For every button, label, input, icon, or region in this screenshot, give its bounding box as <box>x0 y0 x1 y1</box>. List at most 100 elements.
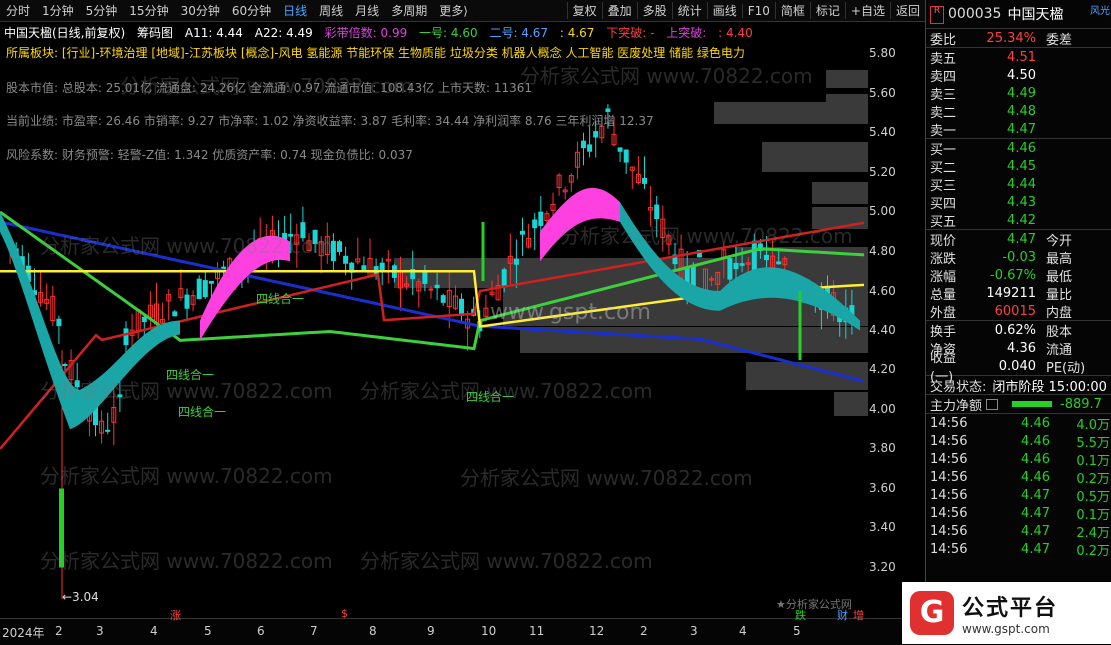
chart-title: 中国天楹(日线,前复权) <box>4 26 126 40</box>
candle-body <box>617 147 623 152</box>
stat-risk: 风险系数: 财务预警: 轻警-Z值: 1.342 优质资产率: 0.74 现金负… <box>6 148 413 162</box>
chip-block <box>762 142 868 172</box>
logo-url: www.gspt.com <box>962 622 1050 636</box>
tool-button-1[interactable]: 叠加 <box>601 2 637 19</box>
quote-row: 涨幅 -0.67% 最低 <box>930 267 1073 285</box>
timeframe-6[interactable]: 日线 <box>277 2 313 19</box>
timeframe-3[interactable]: 15分钟 <box>123 2 174 19</box>
price-tick: 5.00 <box>869 204 896 218</box>
marker-zhang[interactable]: 涨 <box>170 607 181 623</box>
list-icon <box>986 398 999 410</box>
shangtupo-value: 上突破: <box>666 26 707 40</box>
date-axis: 涨 $ 跌 财 增 2024年 2 3 4 5 6 7 8 9 10 11 12 2 3 4 5 <box>0 607 925 645</box>
date-tick: 12 <box>589 624 605 638</box>
candle-body <box>751 240 757 270</box>
price-tick: 3.20 <box>869 560 896 574</box>
marker-s[interactable]: $ <box>341 607 348 620</box>
quote-row: 涨跌 -0.03 最高 <box>930 249 1073 267</box>
marker-cai[interactable]: 财 <box>837 607 848 623</box>
marker-zeng[interactable]: 增 <box>853 607 864 623</box>
book-row: 买一 4.46 <box>930 140 1036 158</box>
ribbon-magenta <box>200 235 290 341</box>
date-tick: 8 <box>369 624 377 638</box>
tool-button-5[interactable]: F10 <box>741 3 775 18</box>
chip-block <box>834 392 868 416</box>
indicator-name[interactable]: 筹码图 <box>137 26 173 40</box>
candle-body <box>428 288 434 291</box>
timeframe-8[interactable]: 月线 <box>349 2 385 19</box>
big-down-candle <box>59 488 64 568</box>
candle-body <box>141 316 147 323</box>
price-tick: 5.20 <box>869 165 896 179</box>
book-row: 卖一 4.47 <box>930 121 1036 139</box>
candle-body <box>459 298 464 316</box>
erhao-value: 二号: 4.67 <box>489 26 549 40</box>
timeframe-2[interactable]: 5分钟 <box>80 2 124 19</box>
chip-block <box>714 102 868 124</box>
quote-row: 现价 4.47 今开 <box>930 231 1073 249</box>
date-tick: 2024年 <box>2 626 45 640</box>
quote-row: 外盘 60015 内盘 <box>930 303 1073 321</box>
marker-die[interactable]: 跌 <box>795 607 806 623</box>
stock-header[interactable]: R 000035 中国天楹 风光 <box>926 0 1111 29</box>
timeframe-5[interactable]: 60分钟 <box>226 2 277 19</box>
candle-body <box>312 229 318 245</box>
chip-block <box>826 70 868 88</box>
date-tick: 2 <box>640 624 648 638</box>
indicator-line: 中国天楹(日线,前复权) 筹码图 A11: 4.44 A22: 4.49 彩带倍… <box>4 24 761 40</box>
flow-bar <box>1012 401 1053 407</box>
price-tick: 5.80 <box>869 46 896 60</box>
yihao-value: 一号: 4.60 <box>419 26 478 40</box>
annotation-four-lines: 四线合一 <box>178 405 227 419</box>
a22-value: A22: 4.49 <box>254 26 313 40</box>
tool-button-3[interactable]: 统计 <box>671 2 707 19</box>
date-tick: 4 <box>150 624 158 638</box>
book-row: 卖三 4.49 <box>930 85 1036 103</box>
stat-performance: 当前业绩: 市盈率: 26.46 市销率: 9.27 市净率: 1.02 净资收… <box>6 114 654 128</box>
candle-body <box>434 284 440 289</box>
date-tick: 5 <box>793 624 801 638</box>
bid-book: 买一 4.46 买二 4.45 买三 4.44 买四 4.43 买五 4.42 <box>926 138 1111 230</box>
tool-button-2[interactable]: 多股 <box>636 2 672 19</box>
tool-button-4[interactable]: 画线 <box>706 2 742 19</box>
timeframe-10[interactable]: 更多⟩ <box>433 2 474 19</box>
tool-button-7[interactable]: 标记 <box>809 2 845 19</box>
timeframe-1[interactable]: 1分钟 <box>36 2 80 19</box>
candle-body <box>593 131 599 138</box>
logo-mark-icon: G <box>910 591 954 635</box>
timeframe-4[interactable]: 30分钟 <box>175 2 226 19</box>
timeframe-9[interactable]: 多周期 <box>385 2 433 19</box>
candle-body <box>202 280 208 298</box>
candle-body <box>74 380 80 388</box>
tool-button-6[interactable]: 简框 <box>774 2 810 19</box>
candle-body <box>343 255 349 264</box>
candle-body <box>642 177 647 184</box>
candle-body <box>727 258 733 280</box>
candle-body <box>654 204 660 219</box>
date-tick: 10 <box>481 624 497 638</box>
tool-button-8[interactable]: +自选 <box>844 2 890 19</box>
candle-body <box>105 429 111 432</box>
stock-name: 中国天楹 <box>1007 7 1064 23</box>
timeframe-0[interactable]: 分时 <box>0 2 36 19</box>
candle-body <box>288 233 294 237</box>
chip-block <box>812 207 868 229</box>
tool-button-9[interactable]: 返回 <box>889 2 925 19</box>
tick-row: 14:56 4.47 0.2万 <box>930 541 1110 559</box>
candle-body <box>123 328 129 346</box>
site-watermark: www.gspt.com <box>490 300 651 325</box>
tick-row: 14:56 4.47 0.1万 <box>930 505 1110 523</box>
candle-body <box>776 261 782 265</box>
main-flow-row[interactable]: 主力净额 -889.7 <box>926 394 1111 414</box>
candle-body <box>172 311 178 317</box>
tool-button-0[interactable]: 复权 <box>566 2 602 19</box>
tick-list[interactable]: 14:56 4.46 4.0万 14:56 4.46 5.5万 14:56 4.46 0.1万 1… <box>926 413 1111 559</box>
weibi-row: 委比 25.34% 委差 <box>930 30 1073 48</box>
last-value: : 4.40 <box>718 26 753 40</box>
timeframe-7[interactable]: 周线 <box>313 2 349 19</box>
candle-body <box>733 262 739 270</box>
mode-label[interactable]: 风光 <box>1090 2 1110 17</box>
price-tick: 5.60 <box>869 86 896 100</box>
ask-book: 卖五 4.51 卖四 4.50 卖三 4.49 卖二 4.48 卖一 4.47 <box>926 47 1111 139</box>
date-tick: 7 <box>310 624 318 638</box>
